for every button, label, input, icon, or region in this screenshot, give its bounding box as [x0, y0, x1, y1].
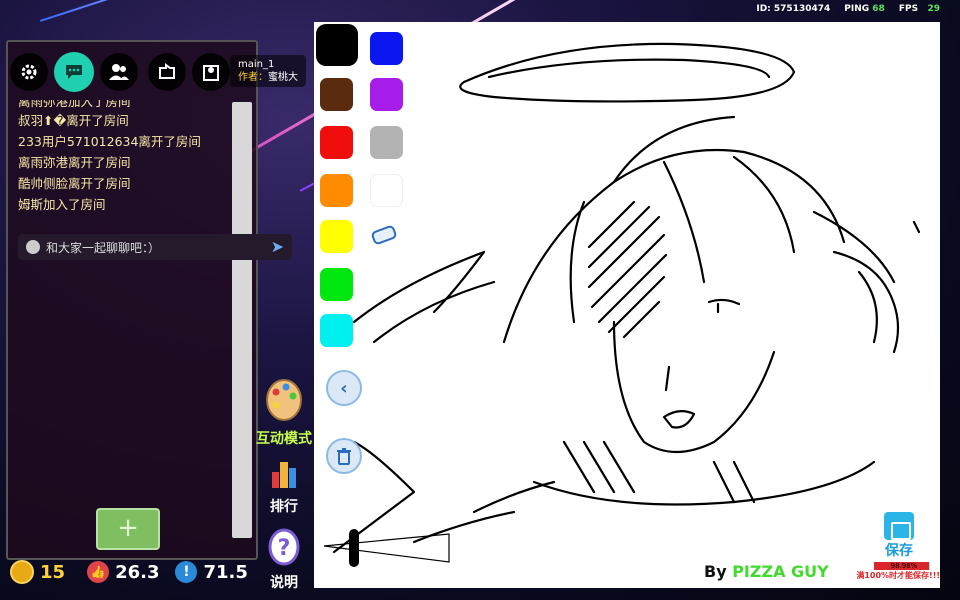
ranking-label: 排行 [270, 499, 298, 515]
coin-count: 15 [40, 561, 66, 583]
chat-message: 叔羽⬆︎�离开了房间 [18, 113, 129, 128]
artist-credit: By PIZZA GUY [704, 562, 829, 581]
send-icon[interactable]: ➤ [271, 239, 284, 255]
chat-message: 233用户571012634离开了房间 [18, 134, 201, 149]
color-swatch[interactable] [370, 78, 403, 111]
color-swatch[interactable] [320, 78, 353, 111]
users-icon [109, 64, 129, 80]
chat-input-placeholder: 和大家一起聊聊吧：） [46, 240, 161, 255]
color-swatch[interactable] [370, 174, 403, 207]
like-count: 26.3 [115, 561, 160, 583]
help-button[interactable]: ? 说明 [268, 528, 300, 592]
save-warning: 满100%时才能保存!!! [856, 571, 940, 580]
status-bar: ID: 575130474 PING 68 FPS 29 [756, 4, 940, 14]
picture-icon [159, 63, 175, 79]
svg-text:?: ? [278, 536, 291, 561]
gear-icon [21, 64, 37, 80]
chat-input[interactable]: 和大家一起聊聊吧：） ➤ [18, 234, 292, 260]
palette-icon [266, 379, 302, 421]
interactive-mode-button[interactable]: 互动模式 [256, 376, 312, 448]
add-button[interactable]: + [96, 508, 160, 550]
chat-message: 离雨弥港离开了房间 [18, 155, 131, 170]
map-button[interactable] [192, 53, 230, 91]
emoji-icon[interactable] [26, 240, 40, 254]
interactive-mode-label: 互动模式 [256, 431, 312, 447]
ping-label: PING [844, 4, 870, 14]
save-label: 保存 [885, 543, 913, 559]
chat-bubble-icon [66, 65, 82, 79]
author-label: 作者： [238, 72, 268, 83]
delete-button[interactable] [326, 438, 362, 474]
save-progress-text: 98.98% [890, 562, 918, 570]
question-icon: ? [268, 528, 300, 566]
room-name: main_1 [238, 59, 275, 70]
collapse-button[interactable]: ‹ [326, 370, 362, 406]
color-swatch[interactable] [316, 24, 358, 66]
chat-message: 离雨弥港加入了房间 [18, 100, 131, 109]
help-label: 说明 [270, 575, 298, 591]
report-count: 71.5 [203, 561, 248, 583]
color-swatch[interactable] [320, 268, 353, 301]
room-info: main_1 作者：蜜桃大 [230, 55, 306, 87]
color-swatch[interactable] [320, 220, 353, 253]
chat-message: 姆斯加入了房间 [18, 197, 106, 212]
eraser-icon[interactable] [370, 224, 400, 246]
drawing-artwork [323, 42, 921, 567]
thumbs-up-icon: 👍 [87, 561, 110, 583]
credit-prefix: By [704, 562, 727, 581]
save-button[interactable]: 保存 [884, 512, 914, 560]
fps-label: FPS [898, 4, 919, 14]
stats-bar: 15 👍 26.3 ! 71.5 [10, 560, 248, 584]
author-name: 蜜桃大 [268, 72, 298, 83]
color-swatch[interactable] [370, 32, 403, 65]
color-swatch[interactable] [320, 314, 353, 347]
settings-button[interactable] [10, 53, 48, 91]
drawing-canvas[interactable]: ‹ By PIZZA GUY 保存 98.98% 满100%时才能保存!!! [314, 22, 940, 588]
color-swatch[interactable] [320, 174, 353, 207]
chat-tab-button[interactable] [54, 52, 94, 92]
trash-icon [337, 448, 351, 465]
gallery-button[interactable] [148, 53, 186, 91]
color-swatch[interactable] [320, 126, 353, 159]
background-streak [39, 0, 212, 22]
chat-scrollbar[interactable] [232, 102, 252, 538]
players-button[interactable] [100, 53, 138, 91]
location-pin-icon [203, 65, 219, 81]
chevron-left-icon: ‹ [340, 377, 348, 399]
ranking-button[interactable]: 排行 [270, 458, 298, 516]
chat-messages: 离雨弥港加入了房间 叔羽⬆︎�离开了房间 233用户571012634离开了房间… [18, 100, 228, 215]
fps-value: 29 [927, 4, 940, 14]
save-disk-icon [884, 512, 914, 540]
alert-icon: ! [175, 561, 198, 583]
color-swatch[interactable] [370, 126, 403, 159]
artist-name: PIZZA GUY [732, 562, 829, 581]
ranking-icon [272, 462, 296, 488]
top-toolbar [10, 52, 230, 92]
ping-value: 68 [872, 4, 885, 14]
player-id: ID: 575130474 [756, 4, 831, 14]
coin-icon [10, 560, 34, 584]
chat-message: 酷帅侧脸离开了房间 [18, 176, 131, 191]
